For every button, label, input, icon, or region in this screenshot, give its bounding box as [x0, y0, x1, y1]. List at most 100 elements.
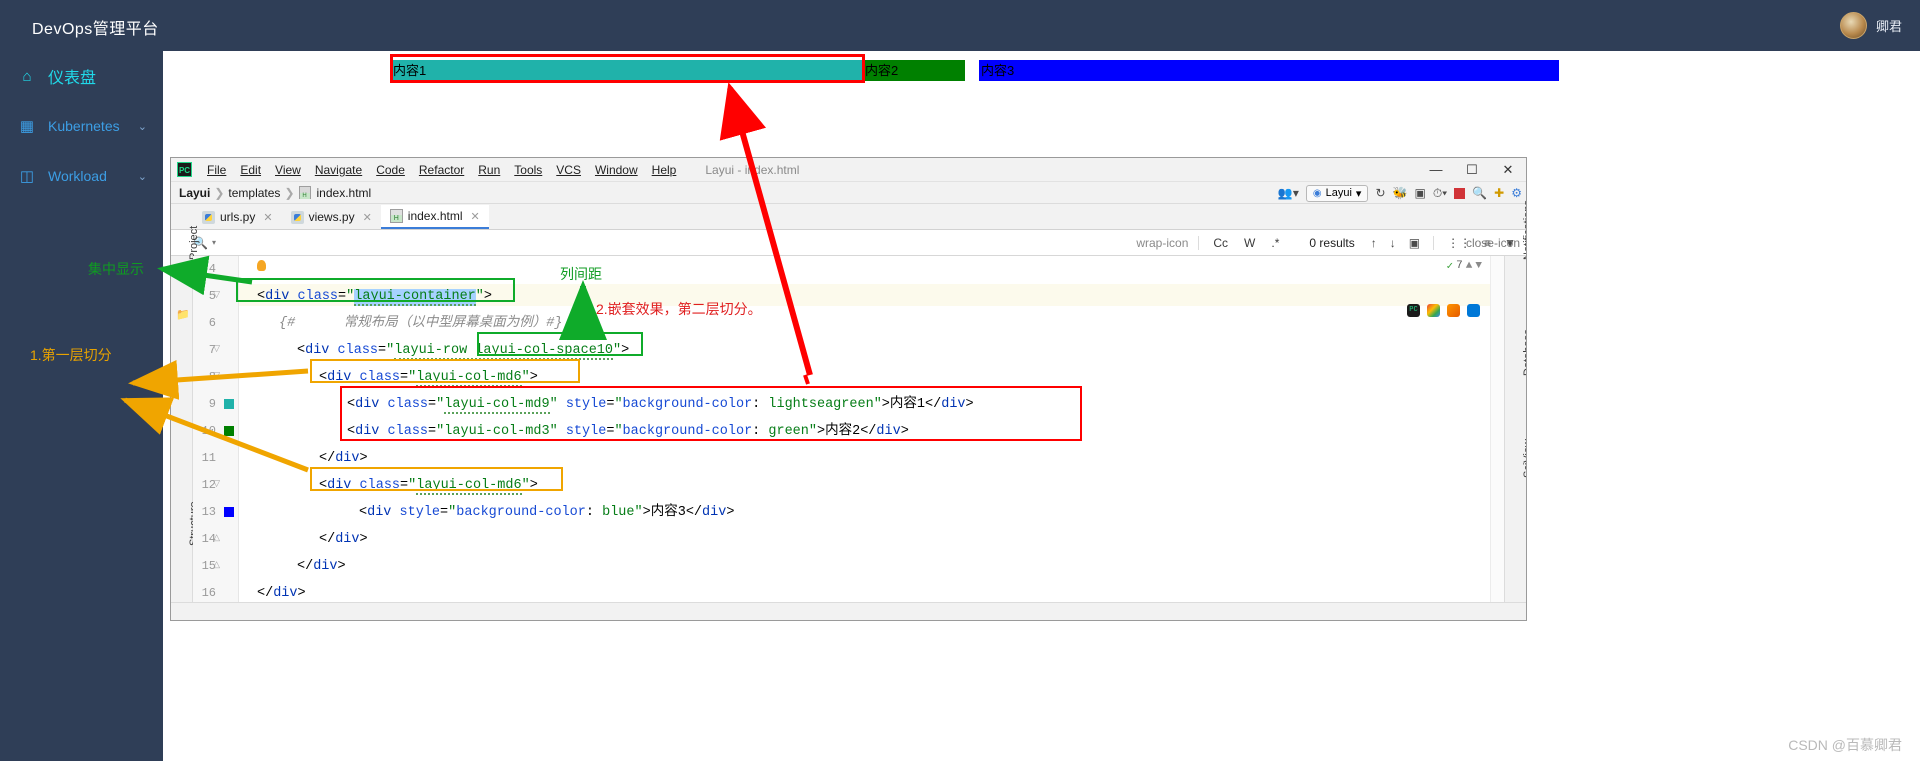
chevron-down-icon[interactable]: ▾: [212, 238, 216, 247]
menu-window[interactable]: Window: [588, 161, 645, 179]
html-file-icon: [298, 186, 311, 199]
breadcrumb: Layui ❯ templates ❯ index.html 👥▾ ◉ Layu…: [171, 182, 1526, 204]
annotation-label-2: 列间距: [560, 266, 602, 282]
close-icon[interactable]: ✕: [471, 210, 480, 223]
sidebar-item-label: Kubernetes: [48, 118, 120, 134]
sidebar-item-dashboard[interactable]: ⌂ 仪表盘: [0, 51, 163, 101]
menu-navigate[interactable]: Navigate: [308, 161, 369, 179]
pycharm-preview-icon[interactable]: PC: [1407, 304, 1420, 317]
color-swatch[interactable]: [224, 507, 234, 517]
menu-run[interactable]: Run: [471, 161, 507, 179]
layui-demo-row: 内容1 内容2 内容3: [391, 60, 1559, 88]
breadcrumb-templates[interactable]: templates: [228, 186, 280, 200]
fold-icon[interactable]: ▽: [213, 370, 220, 381]
html-file-icon: [389, 209, 403, 223]
fold-icon[interactable]: △: [213, 532, 220, 543]
edge-icon[interactable]: [1467, 304, 1480, 317]
coverage-icon[interactable]: ▣: [1414, 186, 1425, 200]
page-title: DevOps管理平台: [32, 21, 159, 38]
chevron-down-icon: ▾: [1355, 187, 1362, 200]
code-line-6: {# 常规布局（以中型屏幕桌面为例）#}: [279, 316, 563, 331]
rerun-icon[interactable]: ↻: [1375, 186, 1385, 200]
select-all-icon[interactable]: ▣: [1409, 236, 1420, 250]
ide-statusbar: [171, 602, 1526, 620]
code-line-11: </div>: [319, 451, 368, 466]
ide-project-title: Layui - index.html: [705, 162, 800, 177]
breadcrumb-project[interactable]: Layui: [179, 186, 210, 200]
line-number: 13: [201, 505, 216, 519]
annotation-box-orange-md6-second: [310, 467, 563, 491]
regex-toggle[interactable]: .*: [1271, 236, 1279, 250]
debug-icon[interactable]: 🐝: [1393, 186, 1408, 200]
demo-col-2: 内容2: [863, 60, 965, 81]
fold-icon[interactable]: ▽: [213, 289, 220, 300]
chevron-down-icon[interactable]: ⌄: [138, 170, 147, 183]
python-file-icon: [290, 210, 304, 224]
minimize-button[interactable]: —: [1418, 158, 1454, 182]
match-case-toggle[interactable]: Cc: [1213, 236, 1228, 250]
sidebar-item-label: 仪表盘: [48, 70, 97, 87]
user-area[interactable]: 卿君: [1839, 12, 1902, 39]
menu-view[interactable]: View: [268, 161, 308, 179]
close-icon[interactable]: ✕: [263, 211, 272, 224]
annotation-label-4: 2.嵌套效果，第二层切分。: [596, 301, 762, 317]
stop-icon[interactable]: [1454, 187, 1466, 199]
close-icon[interactable]: ✕: [363, 211, 372, 224]
menu-vcs[interactable]: VCS: [549, 161, 588, 179]
search-input[interactable]: 🔍 ▾: [193, 236, 1136, 250]
close-find-icon[interactable]: close-icon: [1466, 236, 1520, 250]
arrow-down-icon[interactable]: ↓: [1390, 236, 1396, 250]
menu-file[interactable]: File: [200, 161, 233, 179]
close-button[interactable]: ✕: [1490, 158, 1526, 182]
editor-scrollbar[interactable]: [1490, 256, 1504, 605]
menu-refactor[interactable]: Refactor: [412, 161, 471, 179]
arrow-down-icon[interactable]: ▼: [1475, 260, 1482, 272]
profile-icon[interactable]: ⏱▾: [1433, 186, 1447, 201]
inspection-status[interactable]: ✓ 7 ▲ ▼: [1447, 259, 1482, 273]
settings-icon[interactable]: ⚙: [1511, 186, 1522, 200]
warning-count: 7: [1456, 260, 1463, 272]
user-group-icon[interactable]: 👥▾: [1278, 186, 1299, 200]
menu-edit[interactable]: Edit: [233, 161, 268, 179]
browser-preview-row: PC: [1407, 304, 1480, 317]
fold-icon[interactable]: ▽: [213, 478, 220, 489]
search-icon[interactable]: 🔍: [1472, 186, 1487, 200]
intention-bulb-icon[interactable]: [257, 260, 266, 271]
fold-icon[interactable]: △: [213, 559, 220, 570]
app-topbar: DevOps管理平台 卿君: [0, 0, 1920, 51]
notifications-panel-label[interactable]: Notifications: [1522, 200, 1526, 260]
sciview-panel-label[interactable]: SciView: [1522, 439, 1526, 478]
line-number: 4: [208, 262, 216, 276]
line-number: 9: [208, 397, 216, 411]
words-toggle[interactable]: W: [1244, 236, 1255, 250]
chevron-down-icon[interactable]: ⌄: [138, 120, 147, 133]
maximize-button[interactable]: ☐: [1454, 158, 1490, 182]
menu-tools[interactable]: Tools: [507, 161, 549, 179]
layers-icon: ◫: [19, 168, 35, 185]
tab-index-html[interactable]: index.html ✕: [380, 205, 489, 229]
right-tool-strip: Notifications Database SciView: [1504, 200, 1526, 605]
menu-code[interactable]: Code: [369, 161, 412, 179]
annotation-box-green-container: [236, 278, 515, 302]
menu-help[interactable]: Help: [645, 161, 684, 179]
sidebar-item-kubernetes[interactable]: ▦ Kubernetes ⌄: [0, 101, 163, 151]
color-swatch[interactable]: [224, 426, 234, 436]
wrap-icon[interactable]: wrap-icon: [1136, 236, 1198, 250]
code-line-16: </div>: [257, 586, 306, 601]
left-tool-strip: Project 📁 Structure: [171, 226, 200, 605]
color-swatch[interactable]: [224, 399, 234, 409]
update-icon[interactable]: ✚: [1494, 186, 1504, 200]
python-file-icon: [202, 210, 215, 224]
project-panel-label[interactable]: Project: [188, 226, 200, 260]
arrow-up-icon[interactable]: ↑: [1371, 236, 1377, 250]
arrow-up-icon[interactable]: ▲: [1466, 260, 1473, 272]
database-panel-label[interactable]: Database: [1522, 329, 1526, 376]
tab-urls-py[interactable]: urls.py ✕: [193, 205, 282, 229]
breadcrumb-file[interactable]: index.html: [317, 186, 372, 200]
tab-views-py[interactable]: views.py ✕: [282, 205, 381, 229]
fold-icon[interactable]: ▽: [213, 343, 220, 354]
sidebar-item-workload[interactable]: ◫ Workload ⌄: [0, 151, 163, 201]
firefox-icon[interactable]: [1447, 304, 1460, 317]
chrome-icon[interactable]: [1427, 304, 1440, 317]
run-configuration-selector[interactable]: ◉ Layui ▾: [1305, 184, 1369, 202]
